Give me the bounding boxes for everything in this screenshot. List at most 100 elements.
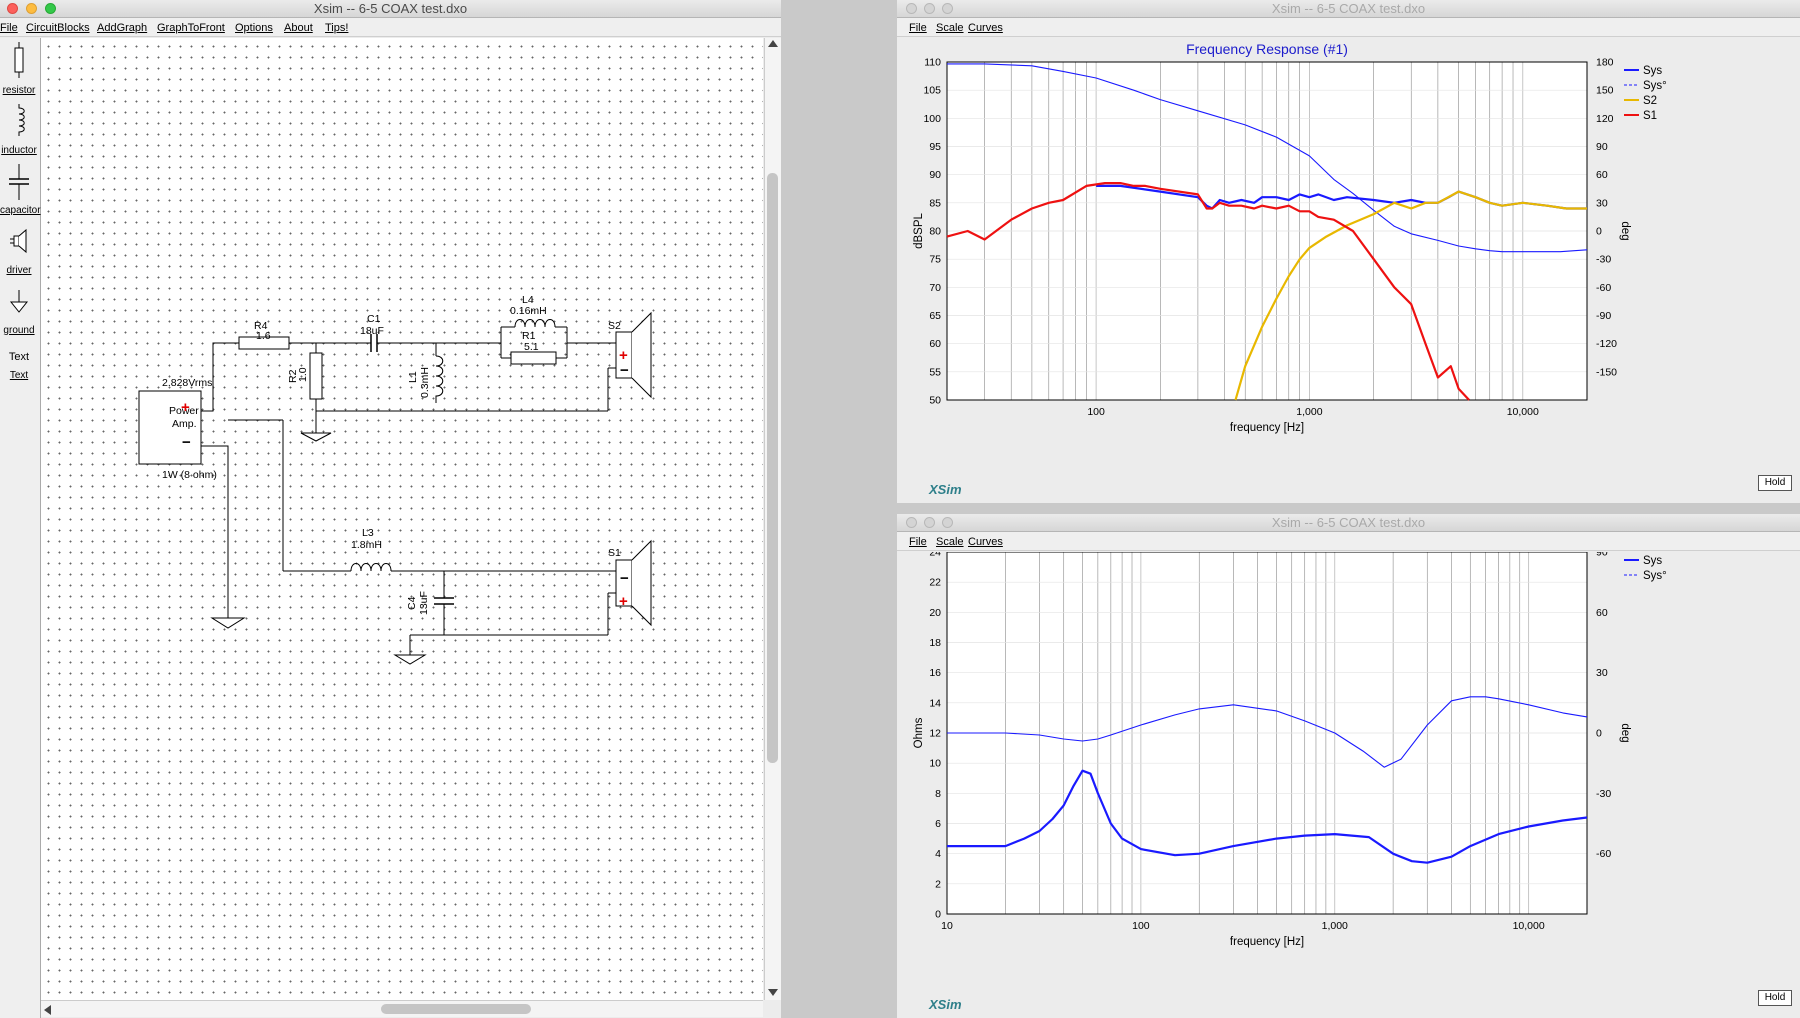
schematic-titlebar[interactable]: Xsim -- 6-5 COAX test.dxo <box>0 0 781 18</box>
menu-file[interactable]: File <box>909 22 927 34</box>
label-r2-value: 1.0 <box>297 367 309 382</box>
y-tick-label: 18 <box>929 637 941 649</box>
y2-tick-label: 60 <box>1596 169 1608 181</box>
y-tick-label: 50 <box>929 395 941 407</box>
label-l3-value: 1.8mH <box>351 539 382 551</box>
amp-power-label: 1W (8 ohm) <box>162 469 217 481</box>
resistor-r2 <box>309 352 323 400</box>
y-tick-label: 95 <box>929 141 941 153</box>
s2-minus-sign: − <box>620 362 629 379</box>
label-c4-name: C4 <box>406 596 418 610</box>
tool-label: ground <box>3 325 35 336</box>
x-axis-label: frequency [Hz] <box>1230 422 1304 434</box>
y-tick-label: 90 <box>929 169 941 181</box>
y2-tick-label: 30 <box>1596 197 1608 209</box>
y-tick-label: 55 <box>929 366 941 378</box>
resistor-r1 <box>510 351 557 365</box>
menu-file[interactable]: File <box>909 536 927 548</box>
s1-plus-sign: + <box>619 593 628 610</box>
label-l1-value: 0.3mH <box>419 367 431 398</box>
menu-options[interactable]: Options <box>235 22 273 34</box>
y2-tick-label: 90 <box>1596 141 1608 153</box>
x-tick-label: 10,000 <box>1507 406 1539 418</box>
menu-about[interactable]: About <box>284 22 313 34</box>
menu-scale[interactable]: Scale <box>936 22 964 34</box>
y2-tick-label: -60 <box>1596 848 1611 860</box>
frequency-response-chart: 50 55 60 65 70 75 80 85 90 95 100 105 110 -150 -120 -90… <box>913 41 1667 434</box>
tool-label: Text <box>9 370 29 381</box>
amp-minus-sign: − <box>182 434 191 451</box>
menu-tips[interactable]: Tips! <box>325 22 348 34</box>
label-c1-name: C1 <box>367 313 381 325</box>
label-r1-value: 5.1 <box>524 341 539 353</box>
horizontal-scrollbar[interactable] <box>41 1000 763 1017</box>
window-title: Xsim -- 6-5 COAX test.dxo <box>1271 515 1426 530</box>
xsim-brand: XSim <box>929 997 962 1012</box>
text-icon: Text <box>8 351 30 363</box>
graph-window-impedance: Xsim -- 6-5 COAX test.dxo File Scale Cur… <box>897 514 1800 1018</box>
y2-tick-label: 30 <box>1596 667 1608 679</box>
tool-text[interactable]: Text Text <box>0 344 38 381</box>
y2-tick-label: -90 <box>1596 310 1611 322</box>
hold-button[interactable]: Hold <box>1758 475 1792 491</box>
schematic-window: Xsim -- 6-5 COAX test.dxo File CircuitBl… <box>0 0 781 1018</box>
inductor-l3 <box>350 563 392 572</box>
y-tick-label: 22 <box>929 577 941 589</box>
y-tick-label: 60 <box>929 338 941 350</box>
scroll-down-arrow[interactable] <box>768 989 778 996</box>
x-tick-label: 1,000 <box>1322 920 1348 932</box>
tool-capacitor[interactable]: capacitor <box>0 162 41 216</box>
toolbox: resistor inductor capacitor driver groun… <box>0 38 41 1018</box>
schematic-canvas[interactable]: 2.828Vrms Power Amp. 1W (8 ohm) R4 1.6 C… <box>41 38 763 1000</box>
vertical-scrollbar[interactable] <box>764 38 781 1000</box>
x-axis-label: frequency [Hz] <box>1230 936 1304 948</box>
hold-button[interactable]: Hold <box>1758 990 1792 1006</box>
menu-file[interactable]: File <box>0 22 18 34</box>
label-s2: S2 <box>608 320 621 332</box>
menu-curves[interactable]: Curves <box>968 22 1003 34</box>
menu-addgraph[interactable]: AddGraph <box>97 22 147 34</box>
scroll-left-arrow[interactable] <box>44 1005 51 1015</box>
tool-ground[interactable]: ground <box>0 282 38 336</box>
y-tick-label: 12 <box>929 728 941 740</box>
y-tick-label: 70 <box>929 282 941 294</box>
s1-minus-sign: − <box>620 570 629 587</box>
label-l1-name: L1 <box>407 371 419 383</box>
label-c4-value: 13uF <box>418 591 430 615</box>
menu-circuitblocks[interactable]: CircuitBlocks <box>26 22 90 34</box>
legend-entry: Sys <box>1643 65 1662 77</box>
y2-tick-label: 0 <box>1596 728 1602 740</box>
y2-tick-label: -30 <box>1596 254 1611 266</box>
x-tick-label: 100 <box>1087 406 1105 418</box>
y2-tick-label: 60 <box>1596 607 1608 619</box>
y-tick-label: 85 <box>929 197 941 209</box>
speaker-icon <box>10 228 27 254</box>
chart-title: Frequency Response (#1) <box>1186 41 1348 57</box>
tool-resistor[interactable]: resistor <box>0 42 38 96</box>
y-tick-label: 110 <box>924 57 941 69</box>
scroll-thumb[interactable] <box>767 173 778 763</box>
y2-tick-label: -150 <box>1596 366 1617 378</box>
x-tick-label: 1,000 <box>1296 406 1322 418</box>
y-tick-label: 80 <box>929 226 941 238</box>
y-tick-label: 10 <box>929 758 941 770</box>
inductor-icon <box>18 104 25 136</box>
scroll-thumb[interactable] <box>381 1004 531 1014</box>
graph-titlebar[interactable]: Xsim -- 6-5 COAX test.dxo <box>897 514 1800 532</box>
tool-inductor[interactable]: inductor <box>0 102 38 156</box>
y2-tick-label: 180 <box>1596 57 1614 69</box>
y-tick-label: 100 <box>923 113 941 125</box>
label-c1-value: 18uF <box>360 325 384 337</box>
menu-scale[interactable]: Scale <box>936 536 964 548</box>
tool-driver[interactable]: driver <box>0 222 38 276</box>
menu-graphtofront[interactable]: GraphToFront <box>157 22 225 34</box>
scroll-up-arrow[interactable] <box>768 40 778 47</box>
graph-titlebar[interactable]: Xsim -- 6-5 COAX test.dxo <box>897 0 1800 18</box>
y2-axis-label: deg <box>1619 723 1631 742</box>
circuit-diagram: 2.828Vrms Power Amp. 1W (8 ohm) R4 1.6 C… <box>138 294 652 665</box>
tool-label: resistor <box>2 85 36 96</box>
label-r4-value: 1.6 <box>256 330 271 342</box>
menu-curves[interactable]: Curves <box>968 536 1003 548</box>
y-tick-label: 6 <box>935 818 941 830</box>
y-tick-label: 4 <box>935 848 941 860</box>
